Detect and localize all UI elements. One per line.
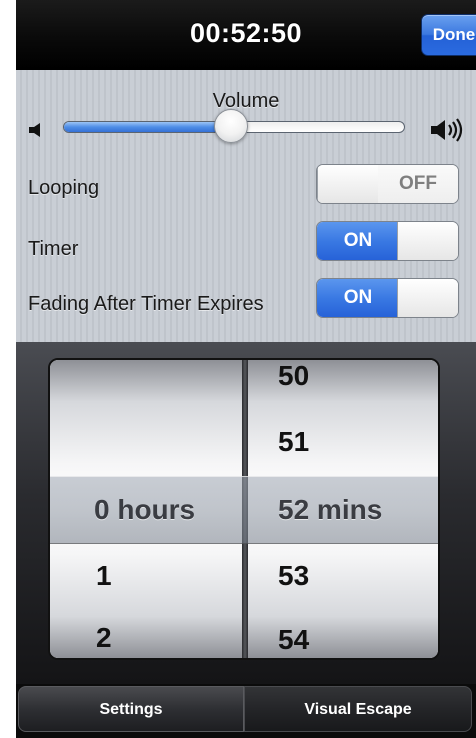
fading-label: Fading After Timer Expires xyxy=(28,293,264,315)
hours-option[interactable]: 1 xyxy=(96,560,112,592)
hours-selected: 0 hours xyxy=(94,494,196,525)
fading-toggle-state: ON xyxy=(317,279,399,317)
timer-toggle-state: ON xyxy=(317,222,399,260)
tab-visual-escape[interactable]: Visual Escape xyxy=(244,686,472,732)
timer-picker-area: 1 2 50 51 53 54 0 hours 52 mins xyxy=(16,342,476,684)
minutes-option[interactable]: 53 xyxy=(278,560,309,592)
tab-settings[interactable]: Settings xyxy=(18,686,244,732)
volume-slider-fill xyxy=(64,122,232,132)
done-button[interactable]: Done xyxy=(421,14,476,56)
settings-panel: Volume Looping OFF Timer ON Fading After… xyxy=(16,70,476,342)
timer-picker: 1 2 50 51 53 54 0 hours 52 mins xyxy=(48,358,440,660)
volume-label: Volume xyxy=(212,90,280,112)
timer-label: Timer xyxy=(28,238,79,260)
looping-toggle[interactable]: OFF xyxy=(316,164,459,204)
volume-slider-thumb[interactable] xyxy=(214,109,248,143)
looping-label: Looping xyxy=(28,177,100,199)
timer-toggle[interactable]: ON xyxy=(316,221,459,261)
fading-toggle[interactable]: ON xyxy=(316,278,459,318)
looping-toggle-state: OFF xyxy=(378,165,458,203)
timer-toggle-knob xyxy=(397,222,458,260)
looping-toggle-knob xyxy=(317,165,379,203)
minutes-selected: 52 mins xyxy=(278,494,383,525)
title-bar: 00:52:50 Done xyxy=(16,0,476,70)
minutes-option[interactable]: 54 xyxy=(278,624,309,656)
picker-selection-band: 0 hours 52 mins xyxy=(50,476,438,544)
fading-toggle-knob xyxy=(397,279,458,317)
countdown-title: 00:52:50 xyxy=(189,18,303,48)
minutes-option[interactable]: 51 xyxy=(278,426,309,458)
bottom-tab-bar: Settings Visual Escape xyxy=(16,684,476,738)
speaker-high-icon xyxy=(431,118,463,142)
hours-option[interactable]: 2 xyxy=(96,622,112,654)
speaker-low-icon xyxy=(29,123,40,137)
minutes-option[interactable]: 50 xyxy=(278,360,309,392)
